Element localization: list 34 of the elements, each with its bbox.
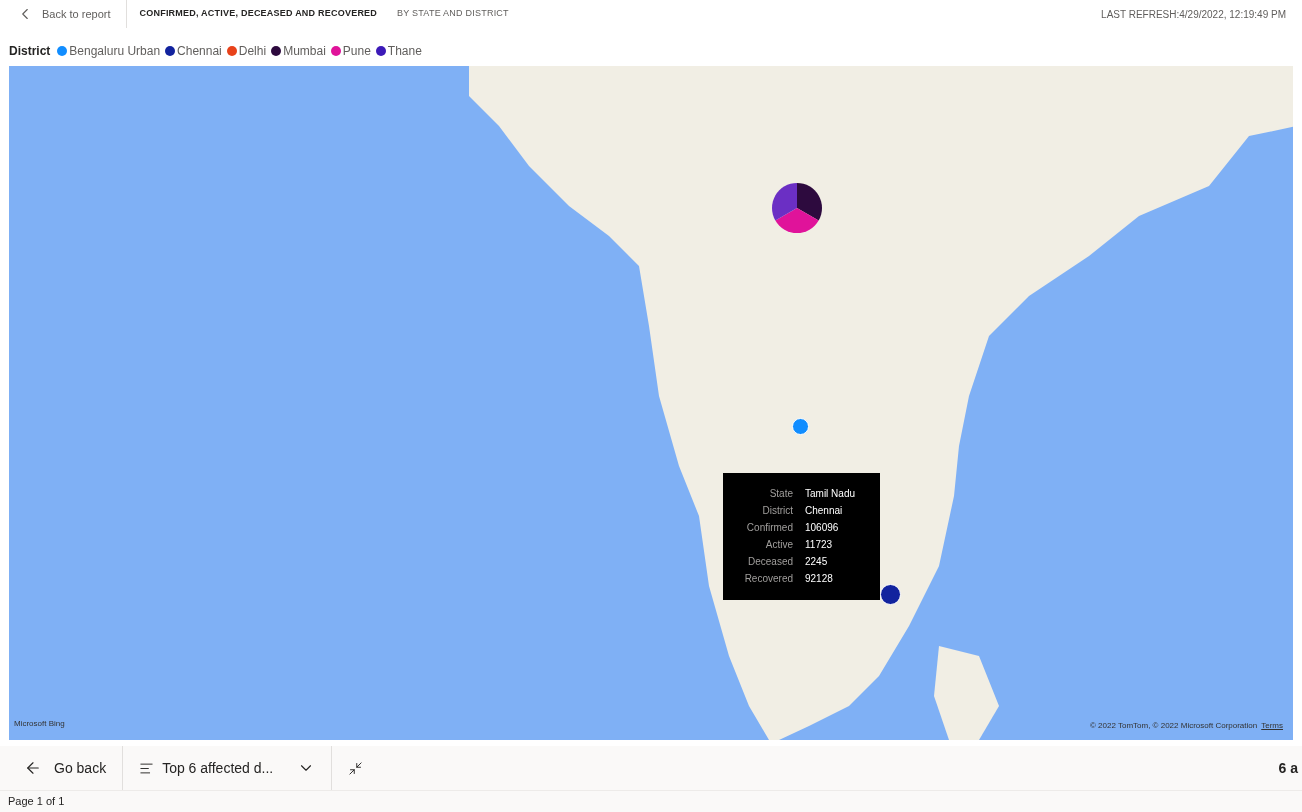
collapse-icon	[348, 760, 364, 776]
legend-label: Thane	[387, 43, 422, 60]
last-refresh: LAST REFRESH:4/29/2022, 12:19:49 PM	[1101, 7, 1286, 22]
legend-label: Chennai	[177, 43, 222, 60]
legend-title: District	[9, 43, 51, 60]
tooltip-label: Active	[764, 538, 793, 552]
report-title: CONFIRMED, ACTIVE, DECEASED AND RECOVERED	[139, 7, 378, 21]
legend-label: Delhi	[238, 43, 267, 60]
tooltip-label: State	[768, 487, 793, 501]
tooltip-value: 2245	[805, 555, 829, 569]
legend-label: Bengaluru Urban	[69, 43, 161, 60]
page-indicator: Page 1 of 1	[8, 794, 65, 810]
go-back-button[interactable]: Go back	[12, 746, 124, 790]
bookmark-dropdown[interactable]: Top 6 affected d...	[123, 746, 333, 790]
tooltip-label: District	[761, 504, 793, 518]
tooltip-value: 11723	[805, 538, 834, 552]
list-icon	[139, 760, 155, 776]
tooltip-value: 106096	[805, 521, 840, 535]
page-count-partial: 6 a	[1278, 758, 1298, 778]
tooltip-label: Deceased	[746, 555, 793, 569]
terms-link[interactable]: Terms	[1261, 720, 1283, 732]
tooltip-label: Confirmed	[745, 521, 793, 535]
back-to-report-button[interactable]: Back to report	[0, 5, 127, 23]
legend-label: Mumbai	[283, 43, 326, 60]
tooltip-label: Recovered	[743, 572, 793, 586]
pie-marker[interactable]	[772, 183, 822, 233]
legend-label: Pune	[342, 43, 371, 60]
map-attribution: © 2022 TomTom, © 2022 Microsoft Corporation	[1089, 720, 1258, 732]
tooltip-value: 92128	[805, 572, 834, 586]
tooltip-value: Tamil Nadu	[805, 487, 857, 501]
tooltip-value: Chennai	[805, 504, 844, 518]
report-subtitle: BY STATE AND DISTRICT	[397, 7, 509, 21]
map[interactable]: State Tamil Nadu District Chennai Confirmed 106096 Active 11723 Deceased 2245 Recovered 92128 Microsoft Bing © 2022 TomTom, © 2022 Microsoft Corporation Terms	[9, 66, 1293, 740]
map-logo: Microsoft Bing	[14, 718, 65, 730]
